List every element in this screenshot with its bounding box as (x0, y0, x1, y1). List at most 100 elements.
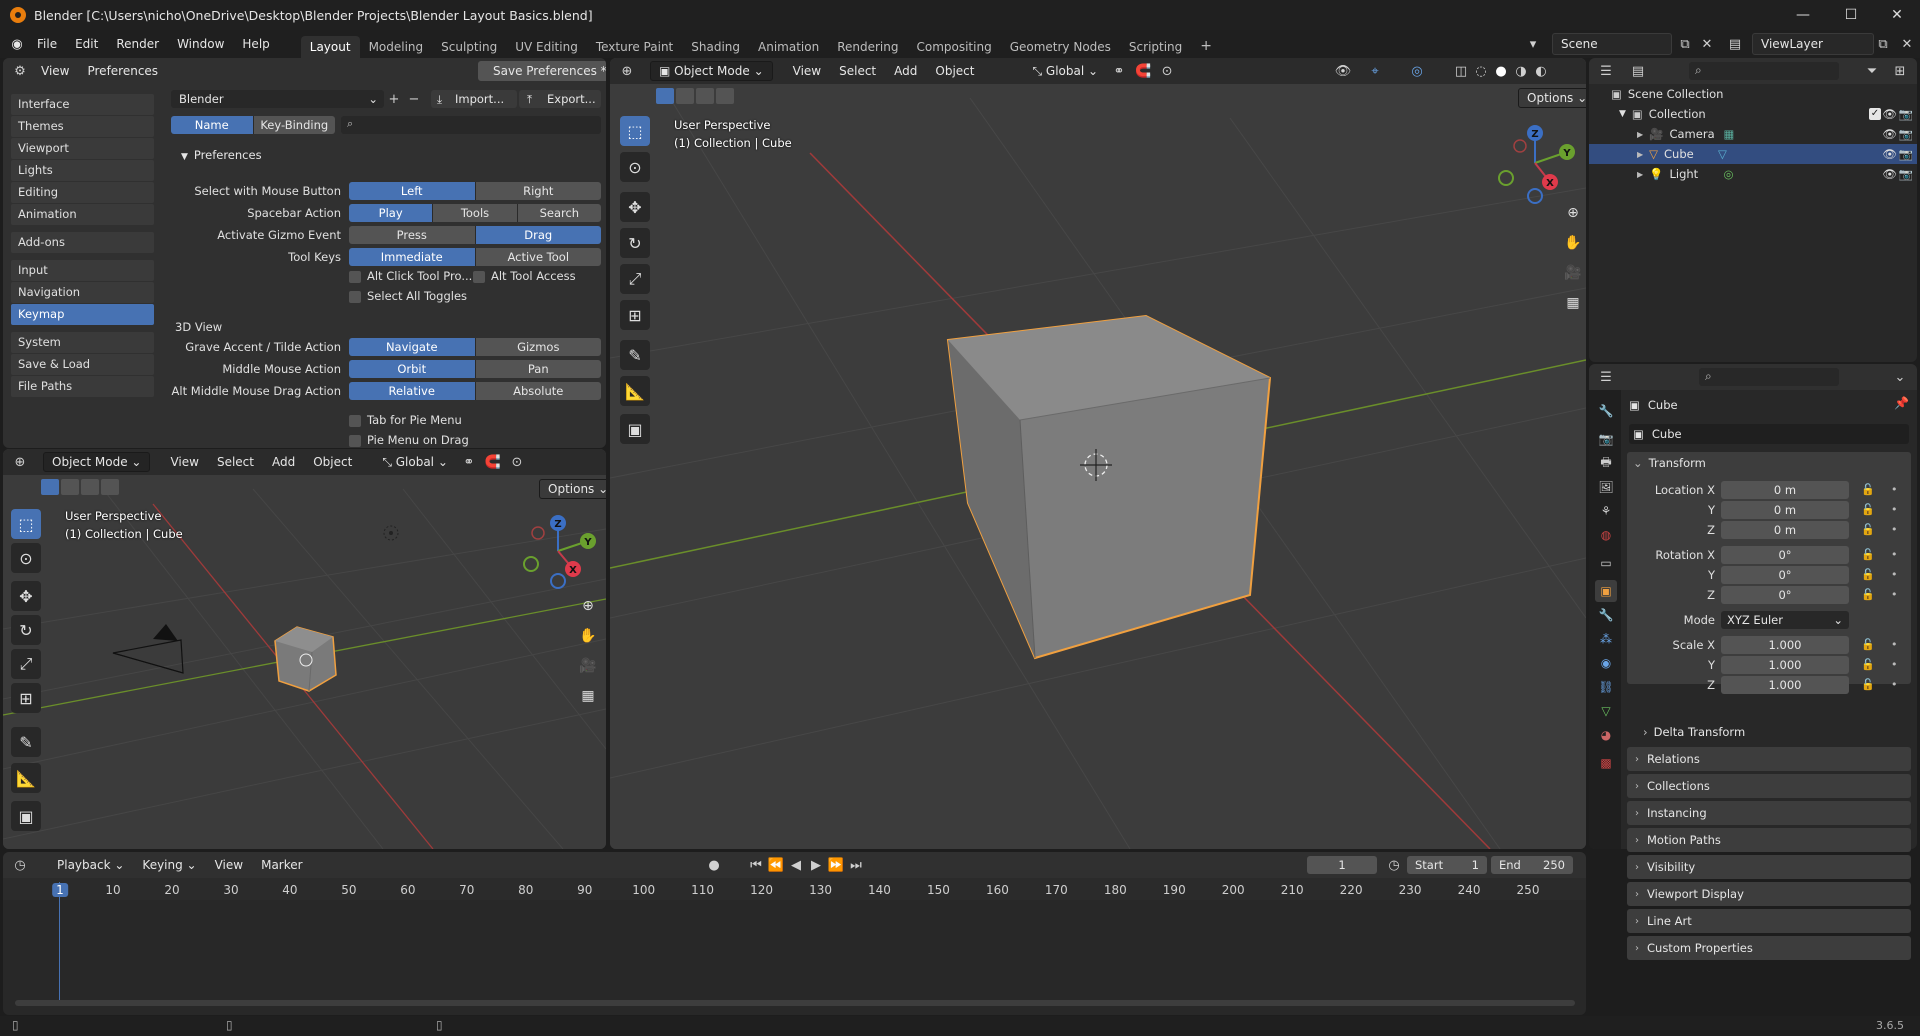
collection-tab-icon[interactable]: ▭ (1595, 552, 1617, 574)
select-box-tool-icon[interactable]: ⬚ (11, 509, 41, 539)
sidebar-item-viewport[interactable]: Viewport (11, 138, 154, 159)
eye-icon[interactable]: 👁 (1882, 167, 1897, 181)
lock-icon[interactable]: 🔓 (1861, 503, 1875, 516)
world-tab-icon[interactable]: ◍ (1595, 524, 1617, 546)
small-view-menu[interactable]: View (162, 453, 206, 471)
next-keyframe-icon[interactable]: ⏩ (825, 855, 847, 875)
lock-icon[interactable]: 🔓 (1861, 568, 1875, 581)
play-reverse-icon[interactable]: ◀ (785, 855, 807, 875)
editor-type-gear-icon[interactable]: ⚙ (9, 61, 31, 81)
object-tab-icon[interactable]: ▣ (1595, 580, 1617, 602)
keyframe-dot-icon[interactable]: • (1891, 568, 1898, 581)
output-tab-icon[interactable]: 🖶 (1595, 452, 1617, 474)
modifier-tab-icon[interactable]: 🔧 (1595, 604, 1617, 626)
triangle-right-icon[interactable]: ▶ (1637, 170, 1643, 179)
editor-type-3d-icon[interactable]: ⊕ (616, 61, 638, 81)
select-extend-icon[interactable] (676, 88, 694, 104)
panel-custom-properties[interactable]: › Custom Properties (1627, 936, 1911, 960)
chevron-down-icon[interactable]: ⌄ (1889, 367, 1911, 387)
render-camera-icon[interactable]: 📷 (1899, 127, 1913, 141)
small-select-menu[interactable]: Select (209, 453, 262, 471)
select-extend-icon[interactable] (61, 479, 79, 495)
eye-icon[interactable]: 👁 (1882, 127, 1897, 141)
move-tool-icon[interactable]: ✥ (11, 581, 41, 611)
add-cube-tool-icon[interactable]: ▣ (620, 414, 650, 444)
sidebar-item-save-load[interactable]: Save & Load (11, 354, 154, 375)
sidebar-item-keymap[interactable]: Keymap (11, 304, 154, 325)
rotate-tool-icon[interactable]: ↻ (620, 228, 650, 258)
import-button[interactable]: ⤓ Import... (431, 90, 517, 108)
outliner-search-input[interactable]: ⌕ (1689, 62, 1839, 80)
main-navigation-gizmo[interactable]: Z Y X (1490, 118, 1580, 208)
pref-option-press[interactable]: Press (349, 226, 476, 244)
panel-motion-paths[interactable]: › Motion Paths (1627, 828, 1911, 852)
scale-tool-icon[interactable]: ⤢ (620, 264, 650, 294)
material-tab-icon[interactable]: ◕ (1595, 724, 1617, 746)
menu-window[interactable]: Window (168, 37, 233, 51)
pref-checkbox[interactable]: Select All Toggles (349, 289, 467, 303)
checkbox-box[interactable] (349, 290, 361, 303)
eye-icon[interactable]: 👁 (1882, 107, 1897, 121)
add-workspace-icon[interactable]: + (1191, 34, 1221, 58)
panel-relations[interactable]: › Relations (1627, 747, 1911, 771)
transform-field[interactable]: 0 m (1721, 481, 1849, 499)
display-mode-icon[interactable]: ▤ (1627, 61, 1649, 81)
prev-keyframe-icon[interactable]: ⏪ (765, 855, 787, 875)
collection-checkbox[interactable]: ✓ (1869, 108, 1881, 120)
lock-icon[interactable]: 🔓 (1861, 523, 1875, 536)
checkbox-box[interactable] (349, 434, 361, 447)
sidebar-item-add-ons[interactable]: Add-ons (11, 232, 154, 253)
tab-uv-editing[interactable]: UV Editing (506, 36, 587, 58)
camera-view-icon[interactable]: 🎥 (575, 653, 601, 679)
annotate-tool-icon[interactable]: ✎ (620, 340, 650, 370)
zoom-icon[interactable]: ⊕ (575, 593, 601, 619)
panel-visibility[interactable]: › Visibility (1627, 855, 1911, 879)
sidebar-item-editing[interactable]: Editing (11, 182, 154, 203)
horizontal-scrollbar[interactable] (15, 1000, 1575, 1006)
outliner-scene-collection[interactable]: ▣ Scene Collection (1589, 84, 1917, 104)
small-orientation-dropdown[interactable]: ⤡ Global ⌄ (374, 453, 456, 472)
outliner-item-cube[interactable]: ▶ ▽ Cube ▽ 👁 📷 (1589, 144, 1917, 164)
keying-menu[interactable]: Keying ⌄ (134, 856, 204, 874)
menu-help[interactable]: Help (233, 37, 278, 51)
transform-field[interactable]: 0° (1721, 546, 1849, 564)
main-select-menu[interactable]: Select (831, 62, 884, 80)
panel-line-art[interactable]: › Line Art (1627, 909, 1911, 933)
rotation-mode-dropdown[interactable]: XYZ Euler ⌄ (1721, 611, 1849, 629)
transform-field[interactable]: 1.000 (1721, 656, 1849, 674)
editor-type-properties-icon[interactable]: ☰ (1595, 367, 1617, 387)
tab-texture-paint[interactable]: Texture Paint (587, 36, 682, 58)
filter-keybinding-tab[interactable]: Key-Binding (253, 116, 335, 134)
xray-toggle-icon[interactable]: ◫ (1450, 61, 1472, 81)
material-shading-icon[interactable]: ◑ (1510, 61, 1532, 81)
proportional-edit-icon[interactable]: ⊙ (1156, 61, 1178, 81)
pref-checkbox[interactable]: Alt Tool Access (473, 269, 576, 283)
keyframe-dot-icon[interactable]: • (1891, 523, 1898, 536)
solid-shading-icon[interactable]: ● (1490, 61, 1512, 81)
select-new-icon[interactable] (656, 88, 674, 104)
pref-option-search[interactable]: Search (517, 204, 601, 222)
scene-tab-icon[interactable]: ⚘ (1595, 500, 1617, 522)
new-scene-icon[interactable]: ⧉ (1674, 34, 1696, 54)
delete-view-layer-icon[interactable]: ✕ (1896, 34, 1918, 54)
blender-menu-icon[interactable]: ◉ (6, 34, 28, 54)
scene-icon[interactable]: ▾ (1522, 34, 1544, 54)
render-tab-icon[interactable]: 📷 (1595, 428, 1617, 450)
tab-geometry-nodes[interactable]: Geometry Nodes (1001, 36, 1120, 58)
texture-tab-icon[interactable]: ▩ (1595, 752, 1617, 774)
tab-shading[interactable]: Shading (682, 36, 749, 58)
pref-option-tools[interactable]: Tools (433, 204, 518, 222)
playback-menu[interactable]: Playback ⌄ (49, 856, 132, 874)
prefs-preferences-menu[interactable]: Preferences (79, 62, 166, 80)
main-view-menu[interactable]: View (785, 62, 829, 80)
camera-data-icon[interactable]: ▦ (1723, 127, 1734, 141)
camera-view-icon[interactable]: 🎥 (1560, 260, 1586, 286)
pref-checkbox[interactable]: Alt Click Tool Pro... (349, 269, 472, 283)
filter-name-tab[interactable]: Name (171, 116, 254, 134)
view-layer-tab-icon[interactable]: 🖼 (1595, 476, 1617, 498)
main-options-dropdown[interactable]: Options ⌄ (1518, 88, 1586, 108)
properties-search-input[interactable]: ⌕ (1699, 368, 1839, 386)
menu-file[interactable]: File (28, 37, 66, 51)
snap-icon[interactable]: 🧲 (1132, 61, 1154, 81)
lock-icon[interactable]: 🔓 (1861, 483, 1875, 496)
